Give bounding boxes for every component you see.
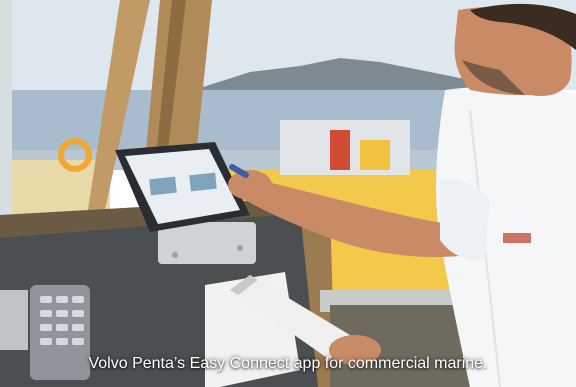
ship-bridge-photo [0, 0, 576, 387]
tablet-mount [158, 222, 256, 264]
lower-hand [329, 335, 381, 365]
shirt-logo [503, 233, 531, 243]
photo-frame: Volvo Penta’s Easy Connect app for comme… [0, 0, 576, 387]
hand [228, 170, 272, 200]
